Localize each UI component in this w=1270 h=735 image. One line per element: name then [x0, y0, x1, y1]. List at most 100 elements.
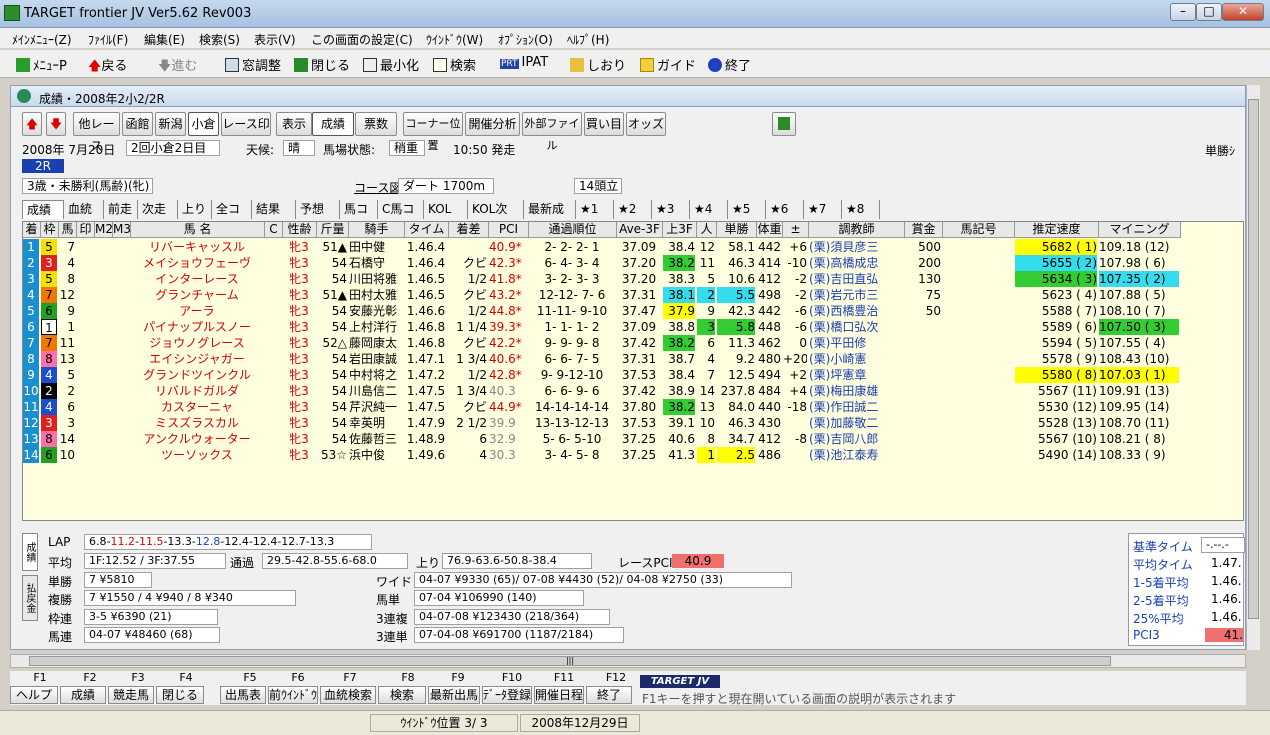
tab-16[interactable]: ★4	[690, 200, 728, 219]
column-header[interactable]: M2	[95, 222, 113, 238]
tab-12[interactable]: 最新成績	[524, 200, 576, 234]
close-window-button[interactable]: ✕	[1222, 3, 1264, 21]
display-button[interactable]: 表示	[276, 112, 312, 136]
tab-8[interactable]: 馬コメ	[340, 200, 378, 234]
tab-10[interactable]: KOLコメ	[424, 200, 468, 234]
column-header[interactable]: PCI	[489, 222, 529, 238]
tab-5[interactable]: 全コメ	[212, 200, 252, 234]
column-header[interactable]: 単勝	[717, 222, 757, 238]
column-header[interactable]: 枠	[41, 222, 59, 238]
tab-19[interactable]: ★7	[804, 200, 842, 219]
kokura-button[interactable]: 小倉	[188, 112, 219, 136]
tab-3[interactable]: 次走	[138, 200, 178, 219]
fkey-button-f8[interactable]: 検索	[378, 686, 426, 704]
menu-toolbar-button[interactable]: ﾒﾆｭｰP	[16, 55, 67, 74]
odds-button[interactable]: オッズ	[626, 112, 666, 136]
fkey-button-f4[interactable]: 閉じる	[156, 686, 204, 704]
tab-18[interactable]: ★6	[766, 200, 804, 219]
column-header[interactable]: 馬	[59, 222, 77, 238]
horizontal-scrollbar[interactable]: |||	[10, 654, 1246, 668]
column-header[interactable]: 騎手	[349, 222, 405, 238]
tab-20[interactable]: ★8	[842, 200, 880, 219]
tab-13[interactable]: ★1	[576, 200, 614, 219]
fkey-button-f6[interactable]: 前ｳｲﾝﾄﾞｳ	[268, 686, 318, 704]
ipat-button[interactable]: PRT IPAT	[500, 55, 548, 70]
column-header[interactable]: 体重	[757, 222, 783, 238]
column-header[interactable]: ±	[783, 222, 809, 238]
horizontal-scroll-thumb[interactable]: |||	[29, 656, 1111, 666]
results-grid[interactable]: 着枠馬印 M2 M3 馬 名 C 性齢 斤量 騎手 タイム 着差 PCI 通過順位 Ave-3F 上3F 人…	[22, 221, 1244, 521]
prev-race-button[interactable]: 🡅	[22, 112, 42, 136]
menu-options[interactable]: ｵﾌﾟｼｮﾝ(O)	[498, 31, 553, 48]
fkey-button-f3[interactable]: 競走馬	[108, 686, 154, 704]
tab-15[interactable]: ★3	[652, 200, 690, 219]
tab-7[interactable]: 予想コメ	[296, 200, 340, 234]
column-header[interactable]: Ave-3F	[617, 222, 663, 238]
side-tab-results[interactable]: 成績	[22, 533, 38, 571]
menu-screen-settings[interactable]: この画面の設定(C)	[311, 31, 413, 48]
column-header[interactable]: 着	[23, 222, 41, 238]
course-map-link[interactable]: コース図	[354, 179, 401, 196]
tab-9[interactable]: C馬コメ	[378, 200, 424, 234]
tab-17[interactable]: ★5	[728, 200, 766, 219]
corner-position-button[interactable]: コーナー位置	[403, 112, 463, 152]
fkey-button-f10[interactable]: ﾃﾞｰﾀ登録	[482, 686, 532, 704]
back-button[interactable]: 🡅戻る	[88, 55, 127, 79]
column-header[interactable]: C	[265, 222, 283, 238]
column-header[interactable]: 賞金	[905, 222, 943, 238]
tab-2[interactable]: 前走	[104, 200, 138, 219]
column-header[interactable]: 通過順位	[529, 222, 617, 238]
side-tab-payout[interactable]: 払戻金	[22, 575, 38, 621]
votes-button[interactable]: 票数	[355, 112, 397, 136]
column-header[interactable]: 馬 名	[131, 222, 265, 238]
fkey-button-f2[interactable]: 成績	[60, 686, 106, 704]
column-header[interactable]: 斤量	[317, 222, 349, 238]
column-header[interactable]: M3	[113, 222, 131, 238]
forward-button[interactable]: 🡇進む	[158, 55, 197, 79]
fkey-button-f1[interactable]: ヘルプ	[10, 686, 58, 704]
exit-button[interactable]: 終了	[708, 55, 751, 74]
results-button[interactable]: 成績	[312, 112, 354, 136]
menu-search[interactable]: 検索(S)	[199, 31, 240, 48]
buy-tickets-button[interactable]: 買い目	[584, 112, 624, 136]
minimize-window-button[interactable]: –	[1170, 3, 1196, 21]
tab-11[interactable]: KOL次メモ	[468, 200, 524, 234]
column-header[interactable]: 馬記号	[943, 222, 1015, 238]
column-header[interactable]: 印	[77, 222, 95, 238]
menu-edit[interactable]: 編集(E)	[144, 31, 185, 48]
other-race-button[interactable]: 他レース	[73, 112, 120, 153]
column-header[interactable]: 性齢	[283, 222, 317, 238]
fkey-button-f12[interactable]: 終了	[586, 686, 632, 704]
tab-1[interactable]: 血統他	[64, 200, 104, 234]
fkey-button-f5[interactable]: 出馬表	[220, 686, 266, 704]
close-toolbar-button[interactable]: 閉じる	[294, 55, 350, 74]
vertical-scroll-thumb[interactable]	[1248, 99, 1259, 619]
hakodate-button[interactable]: 函館	[122, 112, 153, 136]
column-header[interactable]: タイム	[405, 222, 449, 238]
vertical-scrollbar[interactable]	[1246, 85, 1260, 650]
column-header[interactable]: 人	[697, 222, 717, 238]
meeting-analysis-button[interactable]: 開催分析	[465, 112, 520, 136]
niigata-button[interactable]: 新潟	[155, 112, 186, 136]
search-toolbar-button[interactable]: 検索	[433, 55, 476, 74]
menu-window[interactable]: ｳｲﾝﾄﾞｳ(W)	[426, 31, 483, 48]
fkey-button-f9[interactable]: 最新出馬	[428, 686, 480, 704]
menu-help[interactable]: ﾍﾙﾌﾟ(H)	[567, 31, 609, 48]
race-mark-button[interactable]: レース印	[221, 112, 271, 136]
exit-door-button[interactable]	[772, 112, 796, 136]
external-file-button[interactable]: 外部ファイル	[522, 112, 582, 152]
column-header[interactable]: 調教師	[809, 222, 905, 238]
minimize-toolbar-button[interactable]: 最小化	[363, 55, 419, 74]
column-header[interactable]: 着差	[449, 222, 489, 238]
tab-4[interactable]: 上り	[178, 200, 212, 219]
fkey-button-f11[interactable]: 開催日程	[534, 686, 584, 704]
maximize-window-button[interactable]: □	[1196, 3, 1222, 21]
column-header[interactable]: 上3F	[663, 222, 697, 238]
menu-file[interactable]: ﾌｧｲﾙ(F)	[88, 31, 128, 48]
next-race-button[interactable]: 🡇	[46, 112, 66, 136]
tab-14[interactable]: ★2	[614, 200, 652, 219]
column-header[interactable]: 推定速度	[1015, 222, 1099, 238]
menu-view[interactable]: 表示(V)	[254, 31, 296, 48]
guide-button[interactable]: ガイド	[640, 55, 696, 74]
fkey-button-f7[interactable]: 血統検索	[320, 686, 376, 704]
